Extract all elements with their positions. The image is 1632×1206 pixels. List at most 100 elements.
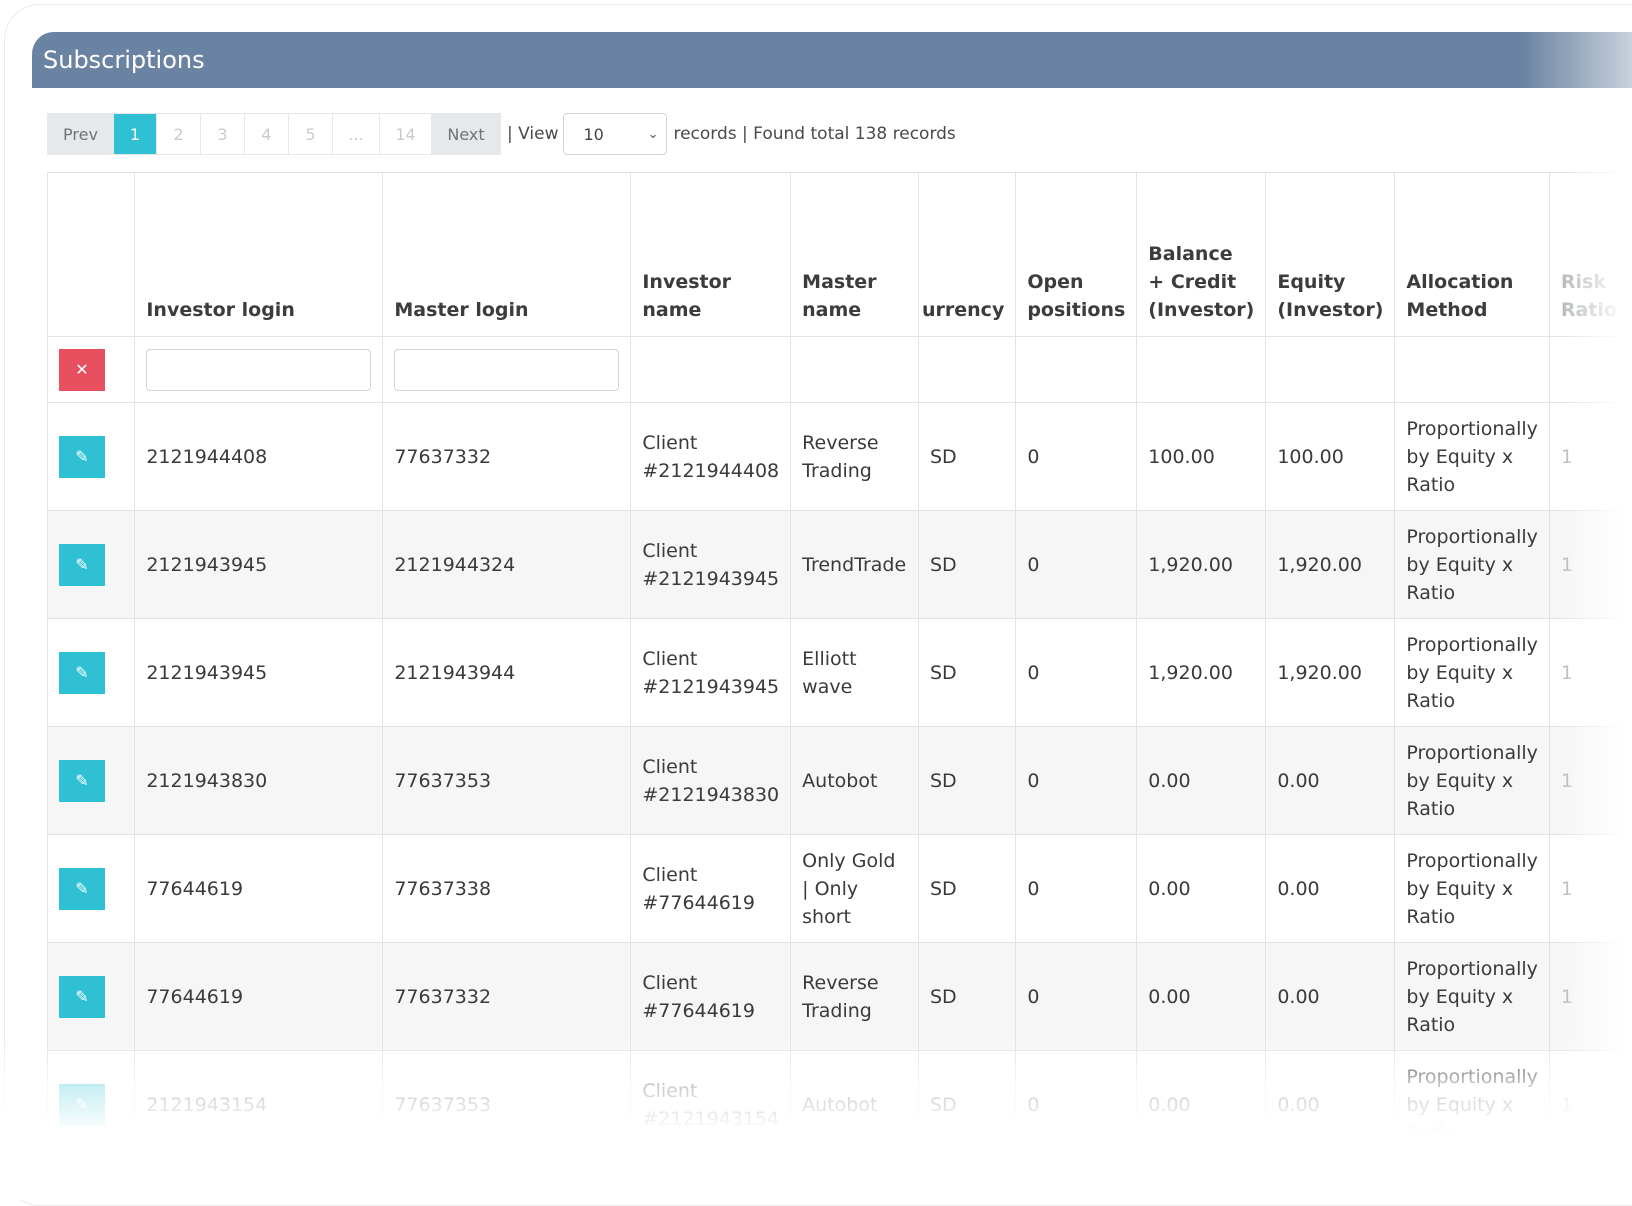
header-master-login[interactable]: Master login	[382, 172, 632, 337]
filter-empty-cell	[1015, 336, 1138, 403]
cell-investor-login: 2121943945	[134, 510, 384, 619]
prev-button[interactable]: Prev	[48, 114, 114, 154]
filter-row: ✕	[46, 336, 1632, 403]
page-button-1[interactable]: 1	[114, 114, 157, 154]
cell-master-name: Autobot	[790, 1050, 919, 1159]
header-open-positions[interactable]: Open positions	[1015, 172, 1138, 337]
edit-button[interactable]: ✎	[59, 759, 105, 802]
filter-empty-cell	[1265, 336, 1396, 403]
cell-open-positions: 0	[1015, 618, 1138, 727]
cell-master-login: 77637332	[382, 942, 632, 1051]
filter-empty-cell	[917, 336, 1017, 403]
cell-equity: 0.00	[1265, 1050, 1396, 1159]
page-button-14[interactable]: 14	[380, 114, 432, 154]
pencil-icon: ✎	[75, 554, 89, 574]
clear-filters-button[interactable]: ✕	[59, 348, 105, 391]
page-button-5[interactable]: 5	[289, 114, 333, 154]
master-login-filter-input[interactable]	[394, 348, 620, 391]
row-actions-cell: ✎	[46, 1050, 136, 1159]
edit-button[interactable]: ✎	[59, 975, 105, 1018]
filter-empty-cell	[1548, 336, 1632, 403]
header-balance-credit[interactable]: Balance + Credit (Investor)	[1136, 172, 1267, 337]
view-label: | View	[507, 124, 559, 144]
cell-master-login: 2121944324	[382, 510, 632, 619]
cell-equity: 1,920.00	[1265, 618, 1396, 727]
cell-allocation-method: Proportionally by Equity x Ratio	[1394, 510, 1550, 619]
filter-investor-login-cell	[134, 336, 384, 403]
cell-allocation-method: Proportionally by Equity x Ratio	[1394, 942, 1550, 1051]
cell-open-positions: 0	[1015, 942, 1138, 1051]
header-risk-ratio[interactable]: Risk Ratio	[1548, 172, 1632, 337]
header-equity[interactable]: Equity (Investor)	[1265, 172, 1396, 337]
cell-investor-name: Client #2121943154	[630, 1050, 792, 1159]
table-row: ✎ 2121943154 77637353 Client #2121943154 Aut…	[46, 1050, 1632, 1159]
header-master-name[interactable]: Master name	[790, 172, 919, 337]
page-button-3[interactable]: 3	[201, 114, 245, 154]
cell-investor-login: 77644619	[134, 834, 384, 943]
table-header-row: Investor login Master login Investor nam…	[46, 172, 1632, 337]
table-row: ✎ 77644619 77637332 Client #77644619 Reverse…	[46, 942, 1632, 1051]
cell-risk-ratio: 1	[1548, 834, 1632, 943]
cell-master-login: 77637353	[382, 1050, 632, 1159]
cell-master-login: 77637338	[382, 834, 632, 943]
cell-balance-credit: 100.00	[1136, 402, 1267, 511]
cell-investor-name: Client #2121943945	[630, 618, 792, 727]
cell-currency: SD	[917, 1050, 1017, 1159]
cell-open-positions: 0	[1015, 402, 1138, 511]
header-currency[interactable]: urrency	[917, 172, 1017, 337]
next-button[interactable]: Next	[432, 114, 500, 154]
row-actions-cell: ✎	[46, 510, 136, 619]
cell-currency: SD	[917, 726, 1017, 835]
cell-master-name: TrendTrade	[790, 510, 919, 619]
header-allocation-method[interactable]: Allocation Method	[1394, 172, 1550, 337]
page-button-4[interactable]: 4	[245, 114, 289, 154]
row-actions-cell: ✎	[46, 618, 136, 727]
row-actions-cell: ✎	[46, 834, 136, 943]
filter-actions-cell: ✕	[46, 336, 136, 403]
cell-investor-name: Client #2121944408	[630, 402, 792, 511]
cell-balance-credit: 1,920.00	[1136, 618, 1267, 727]
table-row: ✎ 2121944408 77637332 Client #2121944408 Rev…	[46, 402, 1632, 511]
cell-investor-name: Client #2121943945	[630, 510, 792, 619]
chevron-down-icon: ⌄	[647, 126, 659, 142]
cell-currency: SD	[917, 834, 1017, 943]
header-investor-name[interactable]: Investor name	[630, 172, 792, 337]
cell-risk-ratio: 1	[1548, 618, 1632, 727]
edit-button[interactable]: ✎	[59, 435, 105, 478]
cell-investor-login: 2121943830	[134, 726, 384, 835]
header-actions	[46, 172, 136, 337]
cell-equity: 0.00	[1265, 834, 1396, 943]
filter-empty-cell	[790, 336, 919, 403]
cell-allocation-method: Proportionally by Equity x Ratio	[1394, 1050, 1550, 1159]
pagination-bar: Prev 1 2 3 4 5 ... 14 Next | View 10 ⌄ r…	[47, 113, 956, 155]
pencil-icon: ✎	[75, 770, 89, 790]
page-ellipsis: ...	[333, 114, 380, 154]
edit-button[interactable]: ✎	[59, 543, 105, 586]
cell-investor-login: 77644619	[134, 942, 384, 1051]
cell-balance-credit: 1,920.00	[1136, 510, 1267, 619]
cell-investor-name: Client #77644619	[630, 942, 792, 1051]
cell-open-positions: 0	[1015, 834, 1138, 943]
table-row: ✎ 2121943945 2121944324 Client #2121943945 T…	[46, 510, 1632, 619]
cell-allocation-method: Proportionally by Equity x Ratio	[1394, 618, 1550, 727]
cell-currency: SD	[917, 942, 1017, 1051]
pencil-icon: ✎	[75, 878, 89, 898]
page-button-2[interactable]: 2	[157, 114, 201, 154]
cell-balance-credit: 0.00	[1136, 726, 1267, 835]
edit-button[interactable]: ✎	[59, 867, 105, 910]
cell-open-positions: 0	[1015, 510, 1138, 619]
records-per-page-select[interactable]: 10 ⌄	[563, 113, 668, 155]
edit-button[interactable]: ✎	[59, 1083, 105, 1126]
row-actions-cell: ✎	[46, 942, 136, 1051]
header-investor-login[interactable]: Investor login	[134, 172, 384, 337]
filter-master-login-cell	[382, 336, 632, 403]
cell-balance-credit: 0.00	[1136, 1050, 1267, 1159]
pencil-icon: ✎	[75, 662, 89, 682]
cell-master-name: Reverse Trading	[790, 402, 919, 511]
cell-equity: 100.00	[1265, 402, 1396, 511]
panel-title: Subscriptions	[43, 46, 205, 74]
edit-button[interactable]: ✎	[59, 651, 105, 694]
x-icon: ✕	[75, 360, 89, 379]
cell-equity: 0.00	[1265, 726, 1396, 835]
investor-login-filter-input[interactable]	[146, 348, 372, 391]
